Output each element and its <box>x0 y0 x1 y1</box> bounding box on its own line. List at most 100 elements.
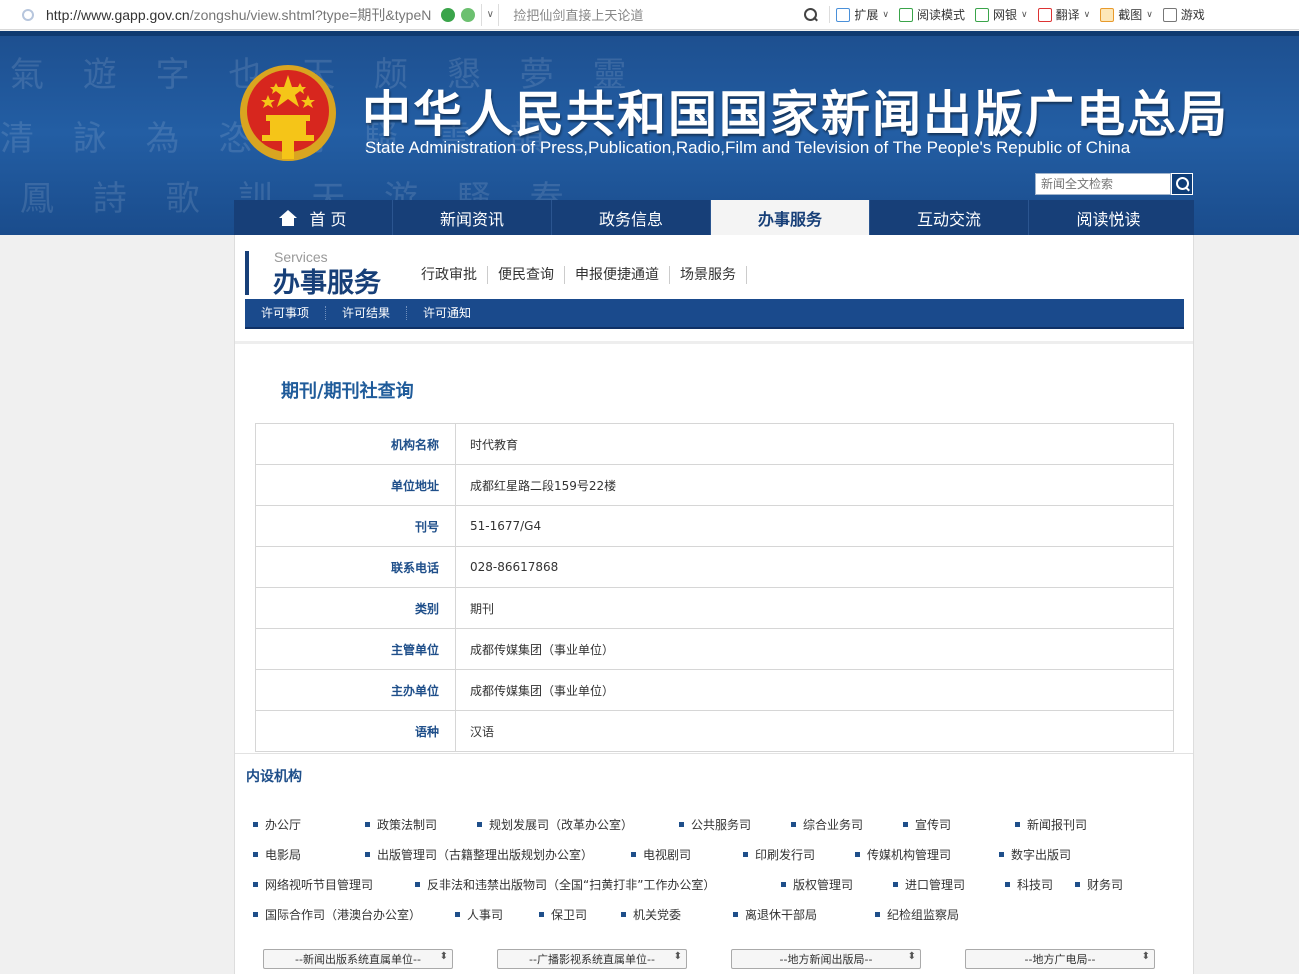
site-title: 中华人民共和国国家新闻出版广电总局 <box>362 86 1230 143</box>
department-link[interactable]: 传媒机构管理司 <box>855 846 999 866</box>
nav-label: 新闻资讯 <box>439 209 504 229</box>
unit-selects: --新闻出版系统直属单位-- --广播影视系统直属单位-- --地方新闻出版局-… <box>263 949 1155 969</box>
department-link[interactable]: 保卫司 <box>539 906 621 926</box>
row-label: 主办单位 <box>255 669 456 711</box>
globe-icon <box>22 8 34 21</box>
subnav-scenario-services[interactable]: 场景服务 <box>670 266 747 284</box>
department-link[interactable]: 纪检组监察局 <box>875 906 975 926</box>
gamepad-icon <box>1162 7 1177 22</box>
table-row: 联系电话 028-86617868 <box>255 546 1174 588</box>
tool-label: 网银 <box>992 8 1017 22</box>
services-heading-cn: 办事服务 <box>273 268 381 299</box>
department-link[interactable]: 规划发展司（改革办公室） <box>477 816 679 836</box>
tool-label: 阅读模式 <box>916 8 965 22</box>
record-title: 期刊/期刊社查询 <box>281 381 414 402</box>
tool-extensions[interactable]: 扩展 ∨ <box>836 6 889 23</box>
department-link[interactable]: 新闻报刊司 <box>1015 816 1115 836</box>
department-link[interactable]: 印刷发行司 <box>743 846 855 866</box>
address-bar[interactable]: http://www.gapp.gov.cn/zongshu/view.shtm… <box>46 5 431 25</box>
nav-interaction[interactable]: 互动交流 <box>870 200 1029 235</box>
department-link[interactable]: 综合业务司 <box>791 816 903 836</box>
chevron-down-icon: ∨ <box>1146 9 1153 20</box>
select-press-units[interactable]: --新闻出版系统直属单位-- <box>263 949 453 969</box>
department-link[interactable]: 反非法和违禁出版物司（全国“扫黄打非”工作办公室） <box>415 876 781 896</box>
services-subnav: 行政审批 便民查询 申报便捷通道 场景服务 <box>417 266 747 284</box>
nav-services[interactable]: 办事服务 <box>711 200 870 235</box>
department-link[interactable]: 机关党委 <box>621 906 733 926</box>
search-icon[interactable] <box>1171 173 1193 195</box>
table-row: 主办单位 成都传媒集团（事业单位） <box>255 669 1174 711</box>
home-icon <box>279 209 298 226</box>
tool-reading-mode[interactable]: 阅读模式 <box>898 6 965 23</box>
row-value: 期刊 <box>455 587 1174 629</box>
bank-icon <box>974 7 989 22</box>
url-dropdown-chevron-icon[interactable]: ∨ <box>481 3 500 26</box>
nav-label: 政务信息 <box>598 209 663 229</box>
tool-label: 扩展 <box>854 8 879 22</box>
tool-bank[interactable]: 网银 ∨ <box>974 6 1028 23</box>
row-label: 联系电话 <box>255 546 456 588</box>
department-link[interactable]: 宣传司 <box>903 816 1015 836</box>
license-nav-items[interactable]: 许可事项 <box>245 306 327 320</box>
department-link[interactable]: 政策法制司 <box>365 816 477 836</box>
row-value: 时代教育 <box>455 423 1174 465</box>
department-row: 网络视听节目管理司 反非法和违禁出版物司（全国“扫黄打非”工作办公室） 版权管理… <box>253 876 1145 896</box>
department-row: 国际合作司（港澳台办公室） 人事司 保卫司 机关党委 离退休干部局 纪检组监察局 <box>253 906 975 926</box>
row-label: 机构名称 <box>255 423 456 465</box>
nav-label: 首 页 <box>309 209 347 229</box>
department-link[interactable]: 财务司 <box>1075 876 1145 896</box>
license-nav-results[interactable]: 许可结果 <box>326 306 408 320</box>
department-link[interactable]: 办公厅 <box>253 816 365 836</box>
news-search-input[interactable] <box>1035 173 1171 195</box>
url-icons <box>441 7 476 22</box>
department-link[interactable]: 进口管理司 <box>893 876 1005 896</box>
site-subtitle: State Administration of Press,Publicatio… <box>365 138 1131 157</box>
row-value: 汉语 <box>455 710 1174 752</box>
subnav-admin-approval[interactable]: 行政审批 <box>417 266 488 284</box>
license-nav-notices[interactable]: 许可通知 <box>407 306 487 320</box>
department-link[interactable]: 出版管理司（古籍整理出版规划办公室） <box>365 846 631 866</box>
row-value: 028-86617868 <box>455 546 1174 588</box>
select-local-press-bureaus[interactable]: --地方新闻出版局-- <box>731 949 921 969</box>
subnav-declaration-channel[interactable]: 申报便捷通道 <box>565 266 670 284</box>
select-broadcast-units[interactable]: --广播影视系统直属单位-- <box>497 949 687 969</box>
nav-government-info[interactable]: 政务信息 <box>552 200 711 235</box>
department-link[interactable]: 数字出版司 <box>999 846 1099 866</box>
translate-icon <box>1037 7 1052 22</box>
url-path: /zongshu/view.shtml?type=期刊&typeN <box>189 6 432 23</box>
department-row: 办公厅 政策法制司 规划发展司（改革办公室） 公共服务司 综合业务司 宣传司 新… <box>253 816 1115 836</box>
department-link[interactable]: 电视剧司 <box>631 846 743 866</box>
heading-accent-bar <box>245 251 249 295</box>
tool-translate[interactable]: 翻译 ∨ <box>1037 6 1091 23</box>
search-icon[interactable] <box>803 7 819 23</box>
chevron-down-icon: ∨ <box>882 9 889 20</box>
subnav-public-query[interactable]: 便民查询 <box>488 266 565 284</box>
select-local-broadcast-bureaus[interactable]: --地方广电局-- <box>965 949 1155 969</box>
department-link[interactable]: 离退休干部局 <box>733 906 875 926</box>
tool-games[interactable]: 游戏 <box>1162 6 1205 23</box>
table-row: 类别 期刊 <box>255 587 1174 629</box>
department-link[interactable]: 公共服务司 <box>679 816 791 836</box>
nav-news[interactable]: 新闻资讯 <box>393 200 552 235</box>
chevron-down-icon: ∨ <box>1083 9 1091 20</box>
department-link[interactable]: 网络视听节目管理司 <box>253 876 415 896</box>
url-host: http://www.gapp.gov.cn <box>46 6 190 23</box>
record-table: 机构名称 时代教育 单位地址 成都红星路二段159号22楼 刊号 51-1677/G4… <box>255 423 1174 752</box>
browser-toolbar: http://www.gapp.gov.cn/zongshu/view.shtm… <box>0 0 1299 30</box>
main-nav: 首 页 新闻资讯 政务信息 办事服务 互动交流 阅读悦读 <box>234 200 1194 235</box>
department-link[interactable]: 人事司 <box>455 906 539 926</box>
department-link[interactable]: 国际合作司（港澳台办公室） <box>253 906 455 926</box>
department-link[interactable]: 电影局 <box>253 846 365 866</box>
tool-screenshot[interactable]: 截图 ∨ <box>1100 6 1153 23</box>
row-label: 语种 <box>255 710 456 752</box>
nav-reading[interactable]: 阅读悦读 <box>1029 200 1188 235</box>
nav-label: 互动交流 <box>916 209 981 229</box>
national-emblem-icon <box>240 65 336 161</box>
department-link[interactable]: 版权管理司 <box>781 876 893 896</box>
leaf-icon[interactable] <box>461 7 476 22</box>
browser-search-input[interactable]: 捡把仙剑直接上天论道 <box>513 5 793 24</box>
table-row: 主管单位 成都传媒集团（事业单位） <box>255 628 1174 670</box>
department-link[interactable]: 科技司 <box>1005 876 1075 896</box>
nav-home[interactable]: 首 页 <box>234 200 393 235</box>
security-icon[interactable] <box>441 7 456 22</box>
